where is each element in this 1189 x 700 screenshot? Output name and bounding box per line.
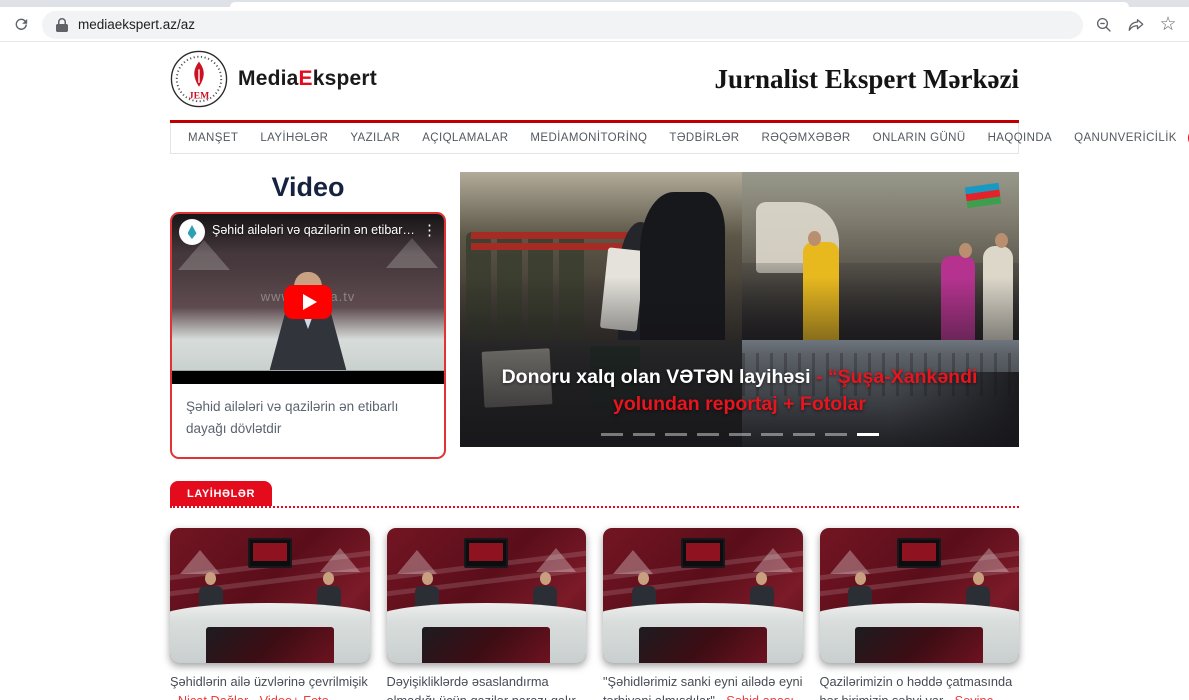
project-card: Dəyişikliklərdə əsaslandırma olmadığı üç… xyxy=(387,528,587,700)
share-icon[interactable] xyxy=(1125,14,1147,36)
studio-thumbnail-image[interactable] xyxy=(603,528,803,663)
card-caption: Şəhidlərin ailə üzvlərinə çevrilmişik - … xyxy=(170,672,370,700)
project-card: Qazilərimizin o həddə çatmasında hər bir… xyxy=(820,528,1020,700)
card-title[interactable]: Dəyişikliklərdə əsaslandırma olmadığı üç… xyxy=(387,674,584,700)
url-bar[interactable]: mediaekspert.az/az xyxy=(42,11,1083,39)
nav-item-onlarin-gunu[interactable]: ONLARIN GÜNÜ xyxy=(862,132,977,144)
carousel-dot-6[interactable] xyxy=(761,433,783,436)
projects-badge[interactable]: LAYİHƏLƏR xyxy=(170,481,272,506)
jem-logo[interactable]: JEM xyxy=(170,50,228,108)
studio-thumbnail-image[interactable] xyxy=(170,528,370,663)
active-tab[interactable] xyxy=(230,2,1129,7)
studio-thumbnail-image[interactable] xyxy=(820,528,1020,663)
site-container: JEM MediaEkspert Jurnalist Ekspert Mərkə… xyxy=(170,42,1019,700)
browser-tab-strip xyxy=(0,0,1189,7)
card-title[interactable]: Şəhidlərin ailə üzvlərinə çevrilmişik xyxy=(170,674,368,689)
video-card: Şəhid ailələri və qazilərin ən etibarl..… xyxy=(170,212,446,459)
more-options-icon[interactable]: ⋮ xyxy=(422,221,437,239)
card-caption: Qazilərimizin o həddə çatmasında hər bir… xyxy=(820,672,1020,700)
play-button[interactable] xyxy=(284,285,332,319)
site-tagline: Jurnalist Ekspert Mərkəzi xyxy=(715,64,1019,95)
carousel-dot-5[interactable] xyxy=(729,433,751,436)
nav-item-aciqlamalar[interactable]: AÇIQLAMALAR xyxy=(411,132,519,144)
video-column: Video Şəhid ailələri və qazilərin ən eti… xyxy=(170,172,446,459)
hero-carousel[interactable]: Donoru xalq olan VƏTƏN layihəsi - “Şuşa-… xyxy=(460,172,1019,447)
carousel-dot-7[interactable] xyxy=(793,433,815,436)
projects-section-header: LAYİHƏLƏR xyxy=(170,481,1019,508)
svg-text:JEM: JEM xyxy=(189,90,209,101)
nav-item-mediamonitorinq[interactable]: MEDİAMONİTORİNQ xyxy=(519,132,658,144)
carousel-headline[interactable]: Donoru xalq olan VƏTƏN layihəsi - “Şuşa-… xyxy=(460,364,1019,417)
card-caption: "Şəhidlərimiz sanki eyni ailədə eyni tər… xyxy=(603,672,803,700)
channel-logo-icon xyxy=(188,225,197,239)
carousel-dot-3[interactable] xyxy=(665,433,687,436)
carousel-indicators xyxy=(460,433,1019,436)
nav-item-manset[interactable]: MANŞET xyxy=(177,132,249,144)
azerbaijan-flag xyxy=(964,183,1001,209)
reload-icon[interactable] xyxy=(10,14,32,36)
video-section-title: Video xyxy=(170,172,446,203)
zoom-out-icon[interactable] xyxy=(1093,14,1115,36)
site-header: JEM MediaEkspert Jurnalist Ekspert Mərkə… xyxy=(170,42,1019,110)
nav-item-qanunvericilik[interactable]: QANUNVERİCİLİK xyxy=(1063,132,1188,144)
project-card: "Şəhidlərimiz sanki eyni ailədə eyni tər… xyxy=(603,528,803,700)
nav-item-haqqinda[interactable]: HAQQINDA xyxy=(977,132,1064,144)
play-icon xyxy=(303,294,317,310)
barrier xyxy=(471,232,646,239)
nav-item-tedbirler[interactable]: TƏDBİRLƏR xyxy=(658,132,750,144)
carousel-dot-9-active[interactable] xyxy=(857,433,879,436)
lock-icon xyxy=(56,18,68,32)
youtube-player[interactable]: Şəhid ailələri və qazilərin ən etibarl..… xyxy=(172,214,444,384)
main-content: Video Şəhid ailələri və qazilərin ən eti… xyxy=(170,172,1019,459)
nav-item-reqemxeber[interactable]: RƏQƏMXƏBƏR xyxy=(751,132,862,144)
channel-avatar[interactable] xyxy=(179,219,205,245)
studio-thumbnail-image[interactable] xyxy=(387,528,587,663)
nav-item-layiheler[interactable]: LAYİHƏLƏR xyxy=(249,132,339,144)
project-cards: Şəhidlərin ailə üzvlərinə çevrilmişik - … xyxy=(170,528,1019,700)
site-title[interactable]: MediaEkspert xyxy=(238,67,377,91)
video-caption[interactable]: Şəhid ailələri və qazilərin ən etibarlı … xyxy=(172,384,444,457)
carousel-overlay xyxy=(460,277,1019,448)
carousel-dot-1[interactable] xyxy=(601,433,623,436)
browser-chrome: mediaekspert.az/az ☆ xyxy=(0,0,1189,42)
youtube-top-bar: Şəhid ailələri və qazilərin ən etibarl..… xyxy=(172,214,444,254)
nav-item-yazilar[interactable]: YAZILAR xyxy=(339,132,411,144)
bookmark-star-icon[interactable]: ☆ xyxy=(1157,14,1179,36)
main-nav: MANŞET LAYİHƏLƏR YAZILAR AÇIQLAMALAR MED… xyxy=(170,123,1019,154)
carousel-dot-2[interactable] xyxy=(633,433,655,436)
youtube-video-title[interactable]: Şəhid ailələri və qazilərin ən etibarl..… xyxy=(212,223,415,237)
card-caption: Dəyişikliklərdə əsaslandırma olmadığı üç… xyxy=(387,672,587,700)
carousel-dot-4[interactable] xyxy=(697,433,719,436)
browser-toolbar: mediaekspert.az/az ☆ xyxy=(0,7,1189,42)
url-text: mediaekspert.az/az xyxy=(78,17,195,32)
carousel-dot-8[interactable] xyxy=(825,433,847,436)
project-card: Şəhidlərin ailə üzvlərinə çevrilmişik - … xyxy=(170,528,370,700)
card-link[interactable]: - Nicat Dağlar - Video+ Foto xyxy=(170,693,329,700)
